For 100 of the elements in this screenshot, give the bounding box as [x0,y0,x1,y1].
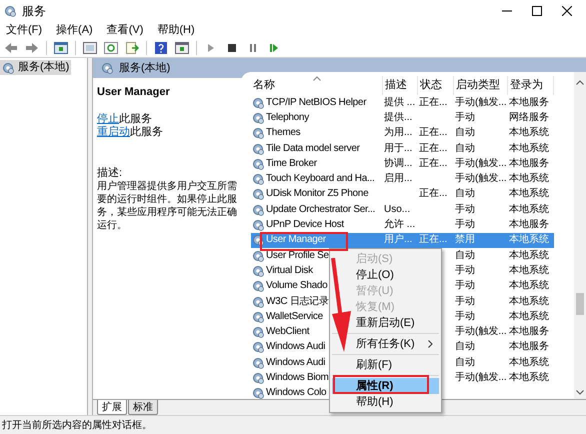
table-cell: UPnP Device Host [266,219,344,232]
view-tab[interactable]: 标准 [128,400,158,415]
table-cell: W3C 日志记录 [266,296,329,308]
table-cell: Volume Shado [266,280,328,292]
table-cell: 本地服务 [509,158,549,170]
table-cell: 正在... [419,142,448,155]
gear-icon [101,62,113,74]
table-cell: 手动(触发... [455,96,507,109]
table-cell: Time Broker [266,158,317,170]
gear-icon [252,112,264,124]
menu-item[interactable]: 文件(F) [6,22,42,38]
gear-icon [4,5,16,17]
gear-icon [252,310,264,323]
table-cell: 禁用 [455,234,475,246]
sort-icon [313,76,321,81]
maximize-icon[interactable] [532,6,542,16]
gear-icon [252,280,264,292]
table-cell: 手动 [455,112,475,124]
gear-icon [252,250,264,262]
table-cell: 手动(触发... [455,158,507,170]
table-cell: Update Orchestrator Ser... [266,204,375,216]
table-cell: 允许 ... [384,219,416,232]
table-cell: Tile Data model server [266,142,360,155]
table-cell: Windows Biom [266,372,329,384]
menu-item[interactable]: 帮助(H) [356,396,394,408]
table-cell: UDisk Monitor Z5 Phone [266,188,368,200]
column-header[interactable]: 描述 [383,76,418,95]
table-cell: 正在... [419,188,448,200]
gear-icon [252,219,264,232]
table-cell: Windows Audi [266,356,326,369]
table-cell: 为用... [384,127,412,140]
action-text: 此服务 [130,126,163,138]
table-cell: 网络服务 [509,112,549,124]
column-header[interactable]: 名称 [251,76,383,95]
table-cell: User Profile Se [266,250,329,262]
table-cell: 手动 [455,264,475,277]
table-cell: 提供 ... [384,96,416,109]
action-link[interactable]: 重启动 [97,126,130,138]
table-cell: User Manager [266,234,326,246]
table-cell: Windows Colo [266,387,326,399]
table-cell: 手动 [455,219,475,232]
table-cell: 手动(触发... [455,326,507,338]
arrow-icon [330,258,352,352]
scrollbar-thumb[interactable] [576,293,584,315]
close-icon[interactable] [562,6,572,16]
gear-icon [252,142,264,155]
table-cell: 本地服务 [509,96,549,109]
table-cell: 本地服务 [509,219,549,232]
table-cell: 提供... [384,112,412,124]
table-cell: 手动 [455,280,475,292]
table-cell: 自动 [455,142,475,155]
table-cell: 手动 [455,296,475,308]
gear-icon [252,356,264,369]
tree-item[interactable]: 服务(本地) [0,60,72,75]
table-cell: Touch Keyboard and Ha... [266,173,374,186]
gear-icon [252,296,264,308]
gear-icon [252,96,264,109]
action-text: 此服务 [119,112,152,126]
table-cell: 手动 [455,310,475,323]
table-cell: 手动(触发... [455,372,507,384]
table-cell: 本地服务 [509,326,549,338]
status-text: 打开当前所选内容的属性对话框。 [2,418,152,432]
action-link[interactable]: 停止 [97,112,119,126]
table-cell: Themes [266,127,300,140]
column-header[interactable]: 启动类型 [454,76,508,95]
table-cell: 用于... [384,142,412,155]
gear-icon [252,264,264,277]
column-header[interactable]: 状态 [418,76,454,95]
menu-item[interactable]: 操作(A) [56,22,93,38]
gear-icon [252,372,264,384]
menu-item[interactable]: 帮助(H) [157,22,195,38]
gear-icon [252,341,264,354]
table-cell: 自动 [455,188,475,200]
gear-icon [252,127,264,140]
gear-icon [252,173,264,186]
table-cell: WebClient [266,326,310,338]
table-cell: Uso... [384,204,410,216]
menu-item[interactable]: 所有任务(K) [356,338,415,350]
table-cell: 自动 [455,341,475,354]
table-cell: 手动(触发... [455,173,507,186]
menu-item[interactable]: 查看(V) [106,22,144,38]
gear-icon [252,188,264,200]
window-title: 服务 [22,3,46,20]
gear-icon [252,234,264,246]
menu-item[interactable]: 停止(O) [356,269,394,281]
table-cell: WalletService [266,310,323,323]
scroll-down-icon [576,390,584,395]
table-cell: 自动 [455,356,475,369]
menu-item[interactable]: 重新启动(E) [356,317,415,329]
table-cell: 正在... [419,234,448,246]
view-tab[interactable]: 扩展 [97,400,127,415]
table-cell: Windows Audi [266,341,326,354]
scroll-up-icon [576,80,584,85]
column-header[interactable]: 登录为 [508,76,554,95]
chevron-right-icon [428,340,433,348]
table-cell: 自动 [455,127,475,140]
table-cell: 协调... [384,158,412,170]
service-name: User Manager [97,85,171,100]
table-cell: Virtual Disk [266,264,313,277]
menu-item[interactable]: 刷新(F) [356,359,392,371]
